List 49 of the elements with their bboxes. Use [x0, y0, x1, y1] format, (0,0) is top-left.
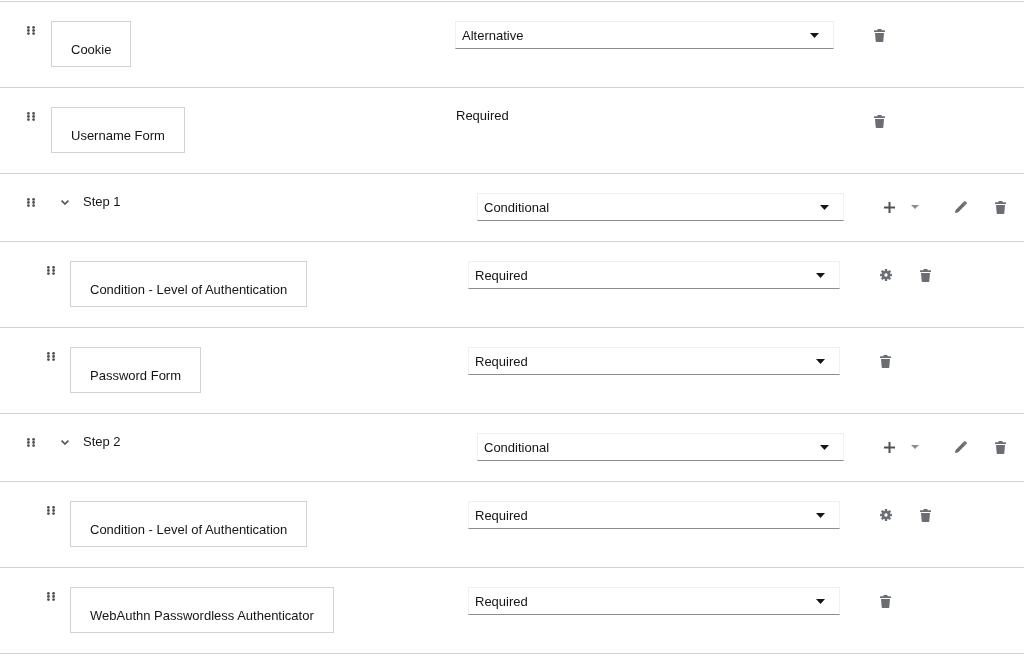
requirement-select[interactable]: Required: [468, 501, 840, 529]
plus-icon[interactable]: [884, 201, 895, 213]
caret-down-icon[interactable]: [911, 205, 919, 209]
drag-handle-icon[interactable]: [27, 198, 35, 207]
requirement-select[interactable]: Conditional: [477, 433, 844, 461]
caret-down-icon: [810, 32, 819, 38]
trash-icon[interactable]: [995, 200, 1006, 214]
plus-icon[interactable]: [884, 441, 895, 453]
drag-handle-icon[interactable]: [47, 266, 55, 275]
flow-name: Step 2: [83, 434, 121, 450]
drag-handle-icon[interactable]: [27, 26, 35, 35]
drag-handle-icon[interactable]: [27, 438, 35, 447]
caret-down-icon: [820, 204, 829, 210]
caret-down-icon: [816, 598, 825, 604]
trash-icon[interactable]: [874, 114, 885, 128]
gear-icon[interactable]: [880, 269, 892, 281]
requirement-text: Required: [455, 107, 510, 125]
requirement-select[interactable]: Required: [468, 261, 840, 289]
flow-name: Step 1: [83, 194, 121, 210]
pencil-icon[interactable]: [955, 201, 967, 213]
caret-down-icon: [820, 444, 829, 450]
execution-title: Password Form: [70, 347, 202, 393]
requirement-select[interactable]: Alternative: [455, 21, 834, 49]
caret-down-icon[interactable]: [911, 445, 919, 449]
requirement-select[interactable]: Conditional: [477, 193, 844, 221]
caret-down-icon: [816, 272, 825, 278]
requirement-select[interactable]: Required: [468, 587, 840, 615]
execution-title: Condition - Level of Authentication: [70, 261, 308, 307]
execution-title: Username Form: [51, 107, 185, 153]
trash-icon[interactable]: [920, 508, 931, 522]
gear-icon[interactable]: [880, 509, 892, 521]
trash-icon[interactable]: [920, 268, 931, 282]
drag-handle-icon[interactable]: [47, 592, 55, 601]
chevron-down-icon[interactable]: [61, 440, 69, 445]
trash-icon[interactable]: [874, 28, 885, 42]
requirement-select[interactable]: Required: [468, 347, 840, 375]
drag-handle-icon[interactable]: [47, 352, 55, 361]
execution-title: WebAuthn Passwordless Authenticator: [70, 587, 334, 633]
trash-icon[interactable]: [995, 440, 1006, 454]
trash-icon[interactable]: [880, 594, 891, 608]
execution-title: Cookie: [51, 21, 132, 67]
drag-handle-icon[interactable]: [47, 506, 55, 515]
drag-handle-icon[interactable]: [27, 112, 35, 121]
caret-down-icon: [816, 358, 825, 364]
trash-icon[interactable]: [880, 354, 891, 368]
execution-title: Condition - Level of Authentication: [70, 501, 308, 547]
pencil-icon[interactable]: [955, 441, 967, 453]
chevron-down-icon[interactable]: [61, 200, 69, 205]
caret-down-icon: [816, 512, 825, 518]
